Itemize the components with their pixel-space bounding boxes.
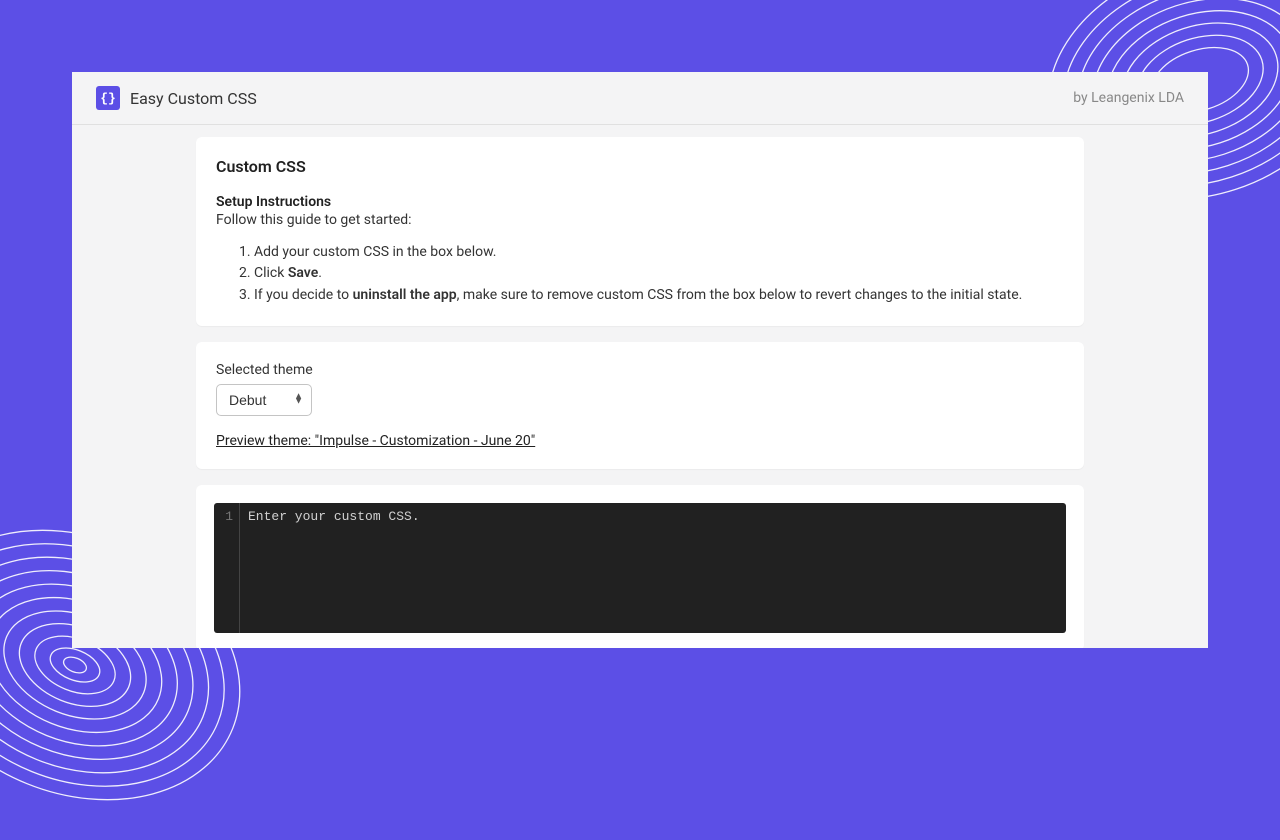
- app-title: Easy Custom CSS: [130, 89, 257, 108]
- step-text: .: [318, 265, 322, 281]
- step-text: , make sure to remove custom CSS from th…: [457, 287, 1023, 303]
- theme-label: Selected theme: [216, 362, 1064, 378]
- setup-intro: Follow this guide to get started:: [216, 212, 1064, 228]
- instruction-step: Add your custom CSS in the box below.: [254, 242, 1064, 262]
- step-text: If you decide to: [254, 287, 353, 303]
- instructions-title: Custom CSS: [216, 157, 1064, 176]
- instruction-step: Click Save.: [254, 263, 1064, 283]
- css-editor[interactable]: 1 Enter your custom CSS.: [214, 503, 1066, 633]
- step-text: Click: [254, 265, 288, 281]
- theme-select-wrapper: Debut ▲▼: [216, 384, 312, 416]
- preview-theme-link[interactable]: Preview theme: "Impulse - Customization …: [216, 433, 535, 449]
- main-content: Custom CSS Setup Instructions Follow thi…: [72, 125, 1208, 648]
- header: {} Easy Custom CSS by Leangenix LDA: [72, 72, 1208, 125]
- vendor-attribution: by Leangenix LDA: [1073, 90, 1184, 106]
- step-bold: uninstall the app: [353, 287, 457, 303]
- instructions-card: Custom CSS Setup Instructions Follow thi…: [196, 137, 1084, 326]
- theme-card: Selected theme Debut ▲▼ Preview theme: "…: [196, 342, 1084, 469]
- editor-textarea[interactable]: Enter your custom CSS.: [240, 503, 1066, 633]
- app-logo-icon: {}: [96, 86, 120, 110]
- app-window: {} Easy Custom CSS by Leangenix LDA Cust…: [72, 72, 1208, 648]
- step-bold: Save: [288, 265, 318, 281]
- editor-gutter: 1: [214, 503, 240, 633]
- instructions-list: Add your custom CSS in the box below. Cl…: [216, 242, 1064, 305]
- setup-heading: Setup Instructions: [216, 194, 1064, 210]
- instruction-step: If you decide to uninstall the app, make…: [254, 285, 1064, 305]
- header-left: {} Easy Custom CSS: [96, 86, 257, 110]
- editor-card: 1 Enter your custom CSS.: [196, 485, 1084, 648]
- theme-select[interactable]: Debut: [216, 384, 312, 416]
